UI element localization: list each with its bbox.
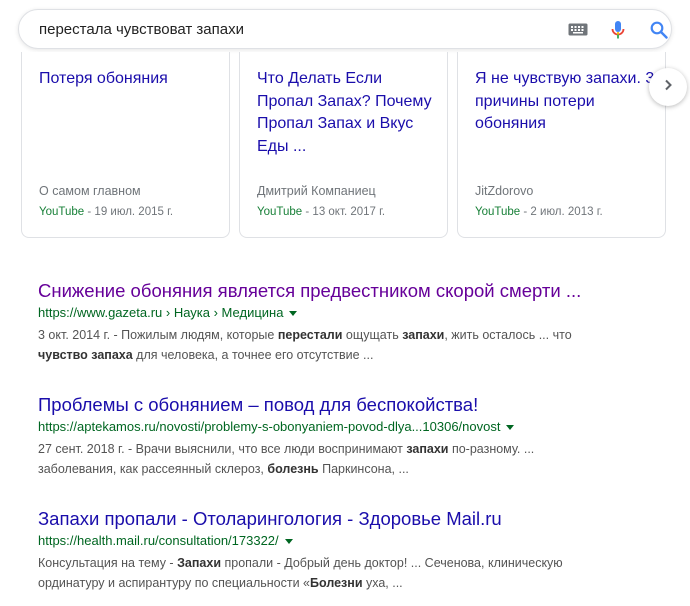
snippet-text: Паркинсона, ... (318, 462, 409, 476)
snippet-line: 3 окт. 2014 г. - Пожилым людям, которые … (38, 325, 678, 345)
search-result: Проблемы с обонянием – повод для беспоко… (38, 393, 678, 479)
snippet-line: заболевания, как рассеянный склероз, бол… (38, 459, 678, 479)
result-url-text: https://aptekamos.ru/novosti/problemy-s-… (38, 419, 501, 434)
video-source: YouTube (475, 206, 521, 218)
video-meta: YouTube - 13 окт. 2017 г. (257, 206, 385, 218)
video-title[interactable]: Что Делать Если Пропал Запах? Почему Про… (257, 68, 437, 158)
snippet-highlight: перестали (277, 328, 343, 342)
video-author: JitZdorovo (475, 184, 534, 198)
snippet-text: Консультация на тему - (38, 556, 178, 570)
result-url-text: https://health.mail.ru/consultation/1733… (38, 533, 279, 548)
snippet-line: чувство запаха для человека, а точнее ег… (38, 345, 678, 365)
result-title[interactable]: Проблемы с обонянием – повод для беспоко… (38, 393, 678, 417)
search-icon[interactable] (650, 21, 668, 44)
snippet-text: 27 сент. 2018 г. - Врачи выяснили, что в… (38, 442, 407, 456)
snippet-text: ординатуру и аспирантуру по специальност… (38, 576, 311, 590)
result-url: https://health.mail.ru/consultation/1733… (38, 532, 678, 550)
result-title[interactable]: Запахи пропали - Отоларингология - Здоро… (38, 507, 678, 531)
snippet-text: заболевания, как рассеянный склероз, (38, 462, 268, 476)
snippet-highlight: болезнь (267, 462, 319, 476)
snippet-text: 3 окт. 2014 г. - Пожилым людям, которые (38, 328, 278, 342)
search-result: Снижение обоняния является предвестником… (38, 279, 678, 365)
snippet-text: , жить осталось ... что (444, 328, 572, 342)
result-snippet: 27 сент. 2018 г. - Врачи выяснили, что в… (38, 439, 678, 479)
mic-icon[interactable] (610, 20, 626, 45)
snippet-text: ощущать (342, 328, 403, 342)
video-title[interactable]: Потеря обоняния (39, 68, 219, 91)
search-input[interactable] (39, 19, 519, 39)
snippet-line: ординатуру и аспирантуру по специальност… (38, 573, 678, 593)
snippet-highlight: чувство запаха (38, 348, 133, 362)
video-carousel: Потеря обоняния О самом главном YouTube … (21, 52, 681, 238)
snippet-text: пропали - Добрый день доктор! ... Сечено… (221, 556, 563, 570)
search-bar (18, 9, 672, 49)
video-date: - 13 окт. 2017 г. (302, 206, 386, 218)
snippet-line: 27 сент. 2018 г. - Врачи выяснили, что в… (38, 439, 678, 459)
snippet-text: уха, ... (362, 576, 403, 590)
video-date: - 2 июл. 2013 г. (520, 206, 603, 218)
video-card[interactable]: Потеря обоняния О самом главном YouTube … (21, 52, 230, 238)
result-url-text: https://www.gazeta.ru › Наука › Медицина (38, 305, 284, 320)
video-card[interactable]: Что Делать Если Пропал Запах? Почему Про… (239, 52, 448, 238)
video-meta: YouTube - 19 июл. 2015 г. (39, 206, 173, 218)
snippet-highlight: запахи (406, 442, 449, 456)
snippet-text: по-разному. ... (448, 442, 535, 456)
search-result: Запахи пропали - Отоларингология - Здоро… (38, 507, 678, 593)
result-snippet: 3 окт. 2014 г. - Пожилым людям, которые … (38, 325, 678, 365)
dropdown-arrow-icon[interactable] (289, 311, 298, 317)
chevron-right-icon (662, 78, 674, 96)
video-author: Дмитрий Компаниец (257, 184, 376, 198)
video-date: - 19 июл. 2015 г. (84, 206, 174, 218)
dropdown-arrow-icon[interactable] (284, 539, 293, 545)
video-author: О самом главном (39, 184, 141, 198)
video-meta: YouTube - 2 июл. 2013 г. (475, 206, 603, 218)
carousel-next-button[interactable] (649, 68, 687, 106)
result-url: https://aptekamos.ru/novosti/problemy-s-… (38, 418, 678, 436)
video-source: YouTube (39, 206, 85, 218)
result-snippet: Консультация на тему - Запахи пропали - … (38, 553, 678, 593)
snippet-text: для человека, а точнее его отсутствие ..… (132, 348, 374, 362)
video-card[interactable]: Я не чувствую запахи. 3 причины потери о… (457, 52, 666, 238)
snippet-highlight: Запахи (177, 556, 221, 570)
snippet-highlight: Болезни (310, 576, 363, 590)
keyboard-icon[interactable] (568, 23, 588, 41)
snippet-highlight: запахи (402, 328, 445, 342)
video-source: YouTube (257, 206, 303, 218)
snippet-line: Консультация на тему - Запахи пропали - … (38, 553, 678, 573)
result-url: https://www.gazeta.ru › Наука › Медицина (38, 304, 678, 322)
video-title[interactable]: Я не чувствую запахи. 3 причины потери о… (475, 68, 655, 136)
dropdown-arrow-icon[interactable] (506, 425, 515, 431)
result-title[interactable]: Снижение обоняния является предвестником… (38, 279, 678, 303)
